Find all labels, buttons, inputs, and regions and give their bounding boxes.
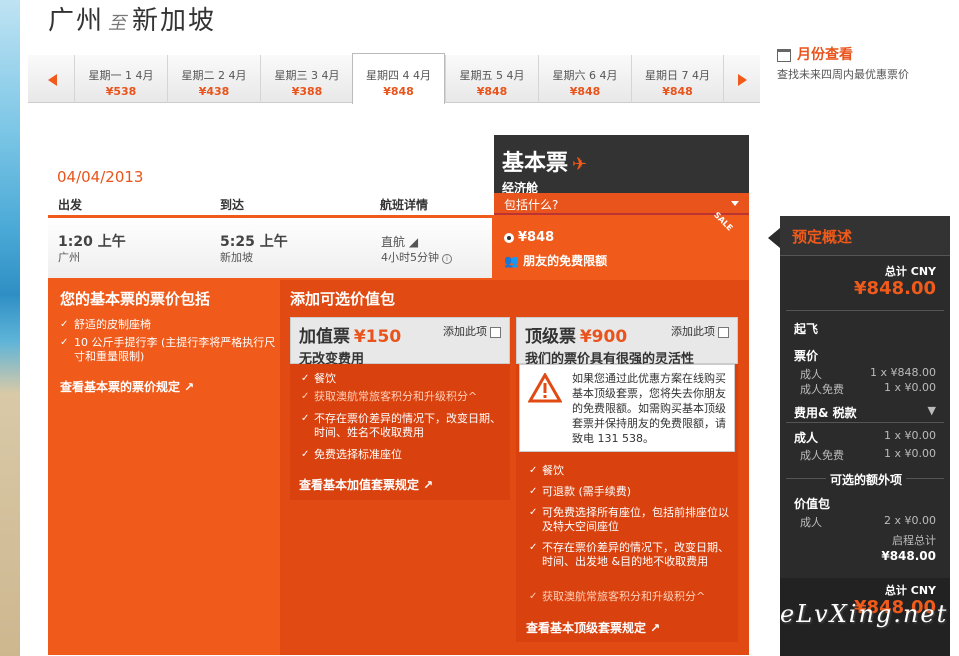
fare-header: 基本票 ✈ 经济舱 [494, 135, 749, 195]
checkbox[interactable] [490, 326, 501, 338]
prev-week-arrow-icon[interactable] [48, 74, 57, 86]
plane-icon: ✈ [572, 154, 588, 175]
watermark: eLvXing.net [780, 600, 949, 628]
date-tab-wed[interactable]: 星期三 3 4月 ¥388 [260, 55, 353, 103]
depart-city: 广州 [58, 251, 80, 264]
arrive-time: 5:25 上午 [220, 234, 288, 250]
flight-duration: 4小时5分钟 i [381, 249, 452, 265]
list-item: 不存在票价差异的情况下，改变日期、时间、姓名不收取费用 [301, 412, 504, 440]
col-arrive: 到达 [220, 198, 245, 212]
friend-free-allowance: 👥 朋友的免费限额 [504, 254, 608, 268]
bundle-label: 价值包 [794, 497, 831, 511]
people-icon: 👥 [504, 254, 519, 268]
date-tab-sat[interactable]: 星期六 6 4月 ¥848 [538, 55, 631, 103]
plus-package-card: 加值票 ¥150 无改变费用 添加此项 [290, 317, 510, 367]
list-item: 免费选择标准座位 [301, 448, 504, 462]
date-tab-tue[interactable]: 星期二 2 4月 ¥438 [167, 55, 260, 103]
what-included-dropdown[interactable]: 包括什么? [494, 193, 749, 215]
list-item: 舒适的皮制座椅 [60, 318, 269, 332]
list-item: 不存在票价差异的情况下，改变日期、时间、出发地 &目的地不收取费用 [529, 541, 732, 569]
route-connector: 至 [108, 13, 129, 34]
dropdown-arrow-icon [731, 201, 739, 206]
date-selector: 星期一 1 4月 ¥538 星期二 2 4月 ¥438 星期三 3 4月 ¥388 星… [28, 53, 760, 104]
summary-pointer [768, 228, 780, 248]
date-tab-mon[interactable]: 星期一 1 4月 ¥538 [74, 55, 167, 103]
subtotal-amount: ¥848.00 [881, 549, 936, 563]
booking-summary: 预定概述 总计 CNY ¥848.00 起飞 票价 成人 1 x ¥848.00… [768, 216, 950, 656]
list-item: 餐饮 [301, 372, 504, 386]
flight-type: 直航 ◢ [381, 235, 419, 249]
checkbox[interactable] [718, 326, 729, 338]
warning-box: 如果您通过此优惠方案在线购买基本顶级套票，您将失去你朋友的免费限额。如需购买基本… [519, 364, 735, 452]
monthly-view-link[interactable]: 月份查看 查找未来四周内最优惠票价 [777, 44, 957, 82]
flight-row[interactable]: 1:20 上午 广州 5:25 上午 新加坡 直航 ◢ 4小时5分钟 i [48, 218, 492, 278]
col-depart: 出发 [58, 198, 83, 212]
max-package-card: 顶级票 ¥900 我们的票价具有很强的灵活性 添加此项 [516, 317, 738, 367]
addon-title: 添加可选价值包 [290, 290, 396, 308]
list-item: 获取澳航常旅客积分和升级积分^ [529, 590, 732, 604]
list-item: 餐饮 [529, 464, 732, 478]
plus-package-body: 餐饮 获取澳航常旅客积分和升级积分^ 不存在票价差异的情况下，改变日期、时间、姓… [290, 364, 510, 500]
list-item: 获取澳航常旅客积分和升级积分^ [301, 390, 504, 404]
depart-section-label: 起飞 [794, 322, 819, 336]
date-tab-thu-selected[interactable]: 星期四 4 4月 ¥848 [352, 53, 445, 104]
chevron-down-icon[interactable]: ▼ [928, 404, 936, 417]
total-label: 总计 CNY [884, 265, 936, 278]
fees-taxes-toggle[interactable]: 费用& 税款 [794, 404, 857, 421]
total-amount: ¥848.00 [854, 278, 936, 299]
depart-time: 1:20 上午 [58, 234, 126, 250]
radio-selected-icon[interactable] [504, 232, 514, 243]
fare-price-option[interactable]: ¥848 [504, 230, 554, 245]
summary-header: 预定概述 [780, 216, 950, 256]
basic-includes-title: 您的基本票的票价包括 [60, 290, 211, 308]
col-details: 航班详情 [380, 198, 429, 212]
destination-city: 新加坡 [132, 6, 217, 36]
origin-city: 广州 [48, 6, 105, 36]
beach-background [0, 0, 20, 656]
warning-text: 如果您通过此优惠方案在线购买基本顶级套票，您将失去你朋友的免费限额。如需购买基本… [572, 372, 726, 445]
page-title: 广州至新加坡 [48, 0, 216, 37]
next-week-arrow-icon[interactable] [738, 74, 747, 86]
info-icon[interactable]: i [442, 254, 452, 264]
basic-rules-link[interactable]: 查看基本票的票价规定 ↗ [60, 378, 194, 395]
optional-extras-label: 可选的额外项 [826, 471, 907, 488]
list-item: 可免费选择所有座位，包括前排座位以及特大空间座位 [529, 506, 732, 534]
plus-add-checkbox[interactable]: 添加此项 [443, 323, 501, 339]
list-item: 10 公斤手提行李 (主提行李将严格执行尺寸和重量限制) [60, 336, 280, 364]
max-rules-link[interactable]: 查看基本顶级套票规定 ↗ [526, 619, 660, 636]
warning-icon [528, 373, 562, 403]
date-tab-fri[interactable]: 星期五 5 4月 ¥848 [445, 55, 538, 103]
max-add-checkbox[interactable]: 添加此项 [671, 323, 729, 339]
basic-includes-panel: 您的基本票的票价包括 舒适的皮制座椅 10 公斤手提行李 (主提行李将严格执行尺… [48, 280, 278, 655]
flight-date: 04/04/2013 [57, 168, 144, 186]
fare-label: 票价 [794, 349, 819, 363]
arrive-city: 新加坡 [220, 251, 253, 264]
plus-rules-link[interactable]: 查看基本加值套票规定 ↗ [299, 476, 433, 493]
calendar-icon [777, 49, 791, 62]
list-item: 可退款 (需手续费) [529, 485, 732, 499]
date-tab-sun[interactable]: 星期日 7 4月 ¥848 [631, 55, 724, 103]
